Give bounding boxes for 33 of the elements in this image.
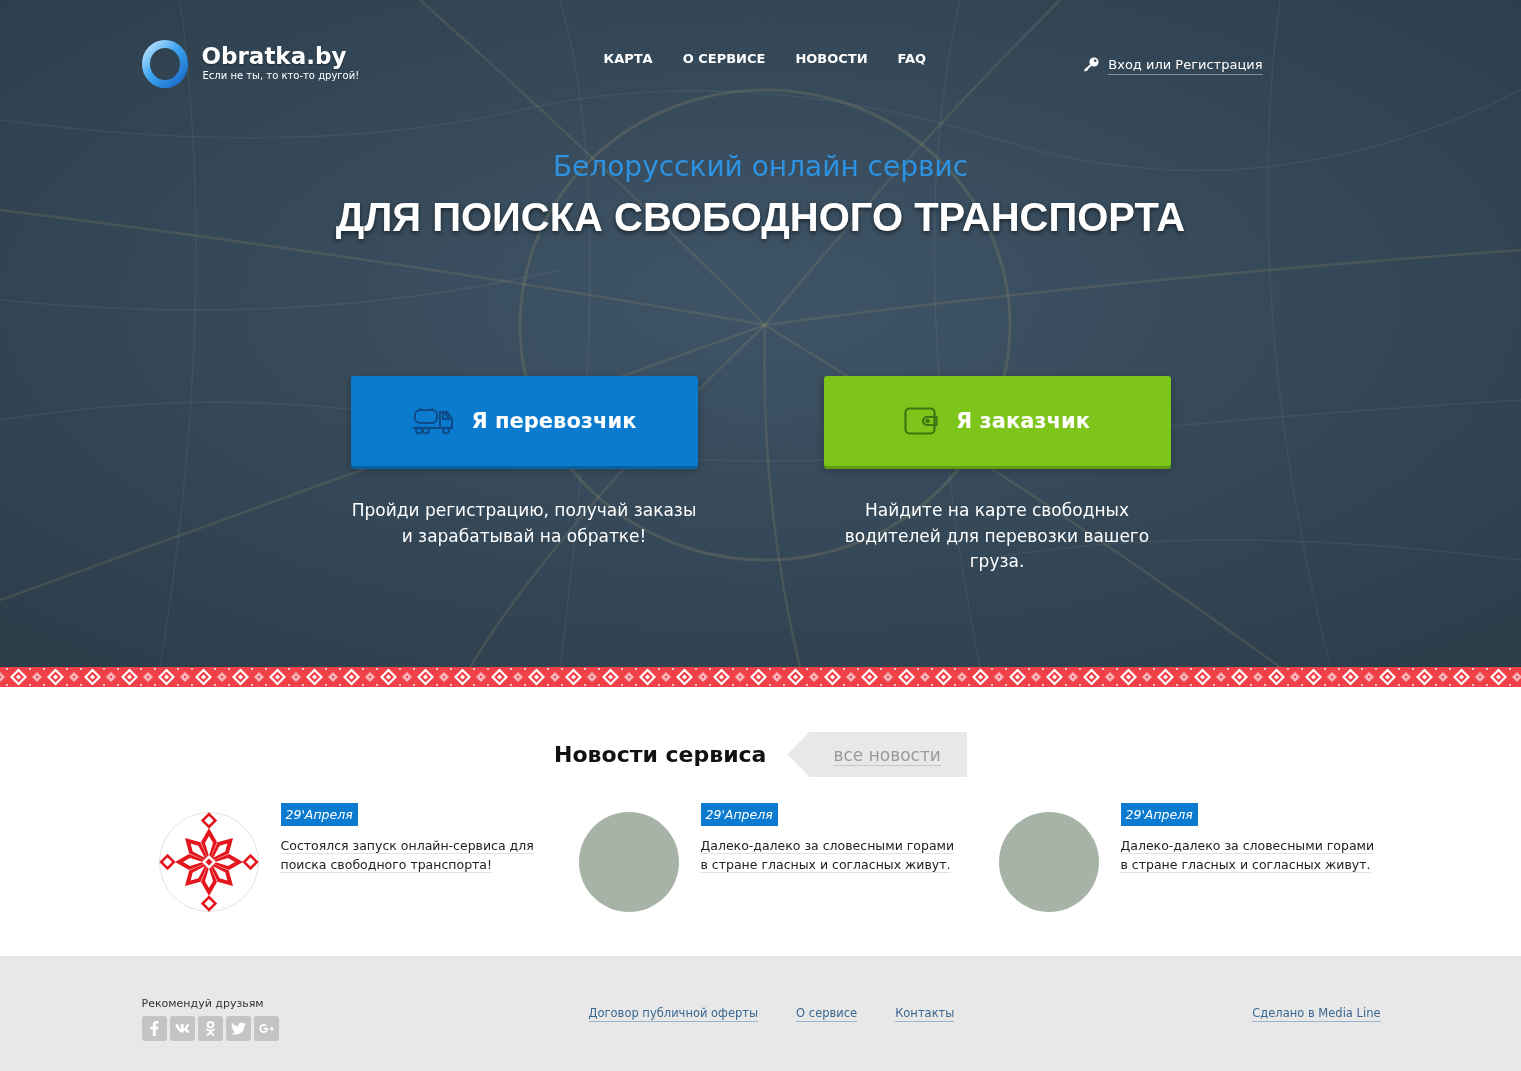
login-link[interactable]: Вход или Регистрация (1108, 55, 1263, 75)
nav-link[interactable]: О СЕРВИСЕ (682, 50, 766, 68)
date-badge: 29'Апреля (280, 803, 358, 826)
credit-link[interactable]: Сделано в Media Line (1252, 1006, 1381, 1022)
role-description: Найдите на карте свободных водителей для перевозки вашего груза. (843, 499, 1151, 573)
google-plus-icon[interactable] (253, 1016, 279, 1041)
nav-link[interactable]: КАРТА (603, 50, 653, 68)
footer-link[interactable]: О сервисе (796, 1006, 858, 1022)
news-heading: Новости сервиса (554, 742, 767, 767)
nav-link[interactable]: НОВОСТИ (795, 50, 868, 68)
role-description: Пройди регистрацию, получай заказы и зарабатывай на обратке! (350, 499, 698, 548)
twitter-icon[interactable] (225, 1016, 251, 1041)
date-badge: 29'Апреля (1120, 803, 1198, 826)
hero-subtitle: Белорусский онлайн сервис (552, 149, 969, 185)
role-button[interactable]: Я перевозчик (350, 376, 698, 466)
news-link[interactable]: Далеко-далеко за словесными горами в стране гласных и согласных живут. (1120, 836, 1383, 874)
vk-icon[interactable] (169, 1016, 195, 1041)
nav-link[interactable]: FAQ (897, 50, 927, 68)
logo-icon[interactable] (141, 40, 188, 88)
share-label: Рекомендуй друзьям (141, 997, 264, 1011)
site-name: Obratka.by (201, 42, 347, 70)
tagline: Если не ты, то кто-то другой! (202, 70, 360, 82)
hero-title: ДЛЯ ПОИСКА СВОБОДНОГО ТРАНСПОРТА (335, 194, 1186, 241)
news-link[interactable]: Состоялся запуск онлайн-сервиса для поиска свободного транспорта! (280, 836, 543, 874)
wallet-icon (904, 407, 939, 435)
footer-link[interactable]: Договор публичной оферты (588, 1006, 759, 1022)
news-link[interactable]: Далеко-далеко за словесными горами в стране гласных и согласных живут. (700, 836, 963, 874)
facebook-icon[interactable] (141, 1016, 167, 1041)
footer-link[interactable]: Контакты (895, 1006, 955, 1022)
odnoklassniki-icon[interactable] (197, 1016, 223, 1041)
truck-icon (411, 407, 454, 435)
date-badge: 29'Апреля (700, 803, 778, 826)
key-icon (1083, 57, 1100, 73)
